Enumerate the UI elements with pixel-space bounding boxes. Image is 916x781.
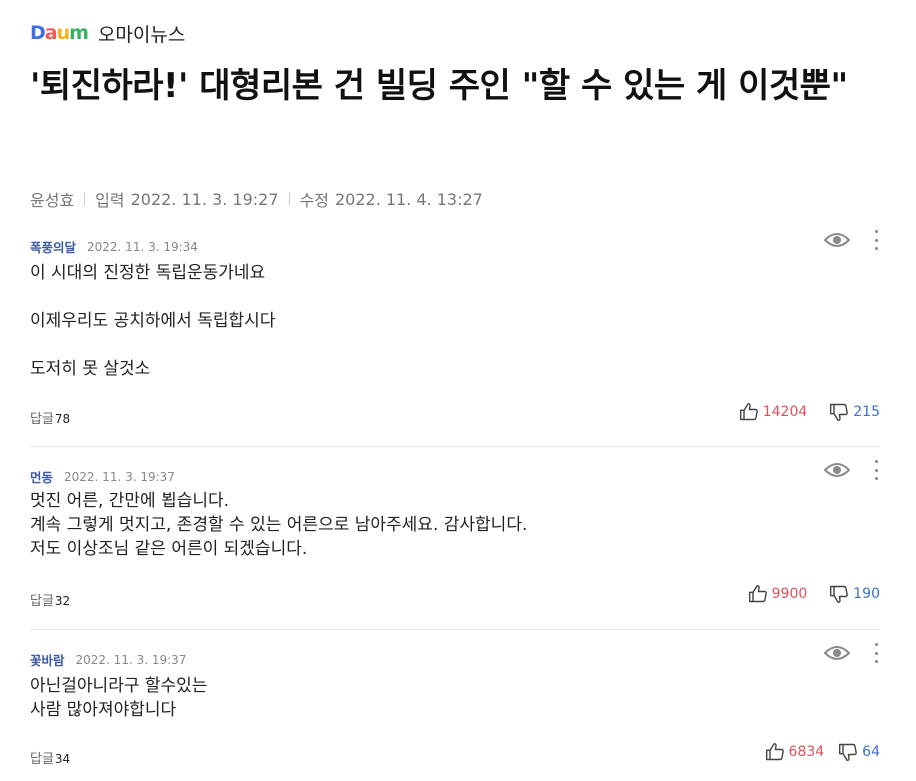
reply-label: 답글 [30, 412, 54, 427]
daum-logo[interactable]: Daum [30, 22, 89, 44]
article-meta: 윤성효 입력 2022. 11. 3. 19:27 수정 2022. 11. 4… [30, 187, 483, 211]
dislike-button[interactable]: 215 [829, 402, 880, 422]
more-options-icon[interactable] [872, 230, 880, 250]
edit-date: 2022. 11. 4. 13:27 [334, 189, 483, 209]
reply-button[interactable]: 답글 32 [30, 590, 70, 609]
comment-date: 2022. 11. 3. 19:37 [75, 652, 187, 667]
like-count: 9900 [771, 586, 808, 602]
dislike-button[interactable]: 190 [829, 584, 880, 604]
vote-group: 6834 64 [765, 742, 880, 762]
like-button[interactable]: 9900 [748, 584, 808, 604]
reply-label: 답글 [30, 752, 54, 767]
comment-author[interactable]: 꽃바람 [30, 650, 65, 669]
dislike-button[interactable]: 64 [838, 742, 880, 762]
logo-letter-m: m [69, 22, 89, 44]
thumbs-up-icon [739, 402, 758, 421]
author-name[interactable]: 윤성효 [30, 187, 74, 211]
dislike-count: 215 [853, 404, 880, 420]
comment-text: 이 시대의 진정한 독립운동가네요 이제우리도 공치하에서 독립합시다 도저히 … [30, 263, 276, 379]
like-count: 14204 [762, 404, 808, 420]
thumbs-down-icon [830, 585, 849, 604]
comment-text: 멋진 어른, 간만에 뵙습니다. 계속 그렇게 멋지고, 존경할 수 있는 어른… [30, 491, 528, 559]
vote-group: 14204 215 [739, 402, 880, 422]
input-date: 2022. 11. 3. 19:27 [130, 189, 279, 209]
dislike-count: 64 [862, 744, 880, 760]
thumbs-up-icon [765, 742, 784, 761]
comment-author[interactable]: 폭풍의달 [30, 237, 76, 256]
comment-header: 먼동 2022. 11. 3. 19:37 [30, 467, 175, 486]
dislike-count: 190 [853, 586, 880, 602]
reply-count: 32 [54, 594, 71, 608]
comment-date: 2022. 11. 3. 19:34 [87, 239, 198, 254]
reply-button[interactable]: 답글 34 [30, 748, 70, 767]
input-label: 입력 [95, 191, 125, 210]
reply-button[interactable]: 답글 78 [30, 408, 70, 427]
thumbs-down-icon [830, 403, 849, 422]
reply-count: 78 [54, 412, 71, 426]
reply-count: 34 [54, 752, 71, 766]
comment-header: 꽃바람 2022. 11. 3. 19:37 [30, 650, 186, 669]
more-options-icon[interactable] [872, 460, 880, 480]
like-button[interactable]: 6834 [765, 742, 825, 762]
article-title: '퇴진하라!' 대형리본 건 빌딩 주인 "할 수 있는 게 이것뿐" [30, 66, 848, 106]
comment-author[interactable]: 먼동 [30, 467, 53, 486]
eye-icon[interactable] [824, 231, 850, 249]
logo-letter-d: D [30, 22, 46, 44]
like-count: 6834 [788, 744, 825, 760]
meta-divider [288, 192, 290, 206]
edit-label: 수정 [299, 191, 329, 210]
reply-label: 답글 [30, 594, 54, 609]
eye-icon[interactable] [824, 644, 850, 662]
like-button[interactable]: 14204 [739, 402, 808, 422]
eye-icon[interactable] [824, 461, 850, 479]
vote-group: 9900 190 [748, 584, 880, 604]
comment-divider [30, 629, 880, 630]
logo-letter-u: u [56, 22, 70, 44]
meta-divider [84, 192, 86, 206]
comment-date: 2022. 11. 3. 19:37 [64, 469, 175, 484]
thumbs-up-icon [748, 584, 767, 603]
comment-text: 아닌걸아니라구 할수있는 사람 많아져야합니다 [30, 676, 208, 720]
comment-header: 폭풍의달 2022. 11. 3. 19:34 [30, 237, 198, 256]
brand-header: Daum 오마이뉴스 [30, 18, 185, 48]
comment-divider [30, 446, 880, 447]
press-name[interactable]: 오마이뉴스 [98, 20, 185, 47]
thumbs-down-icon [839, 743, 858, 762]
logo-letter-a: a [44, 22, 58, 44]
more-options-icon[interactable] [872, 643, 880, 663]
